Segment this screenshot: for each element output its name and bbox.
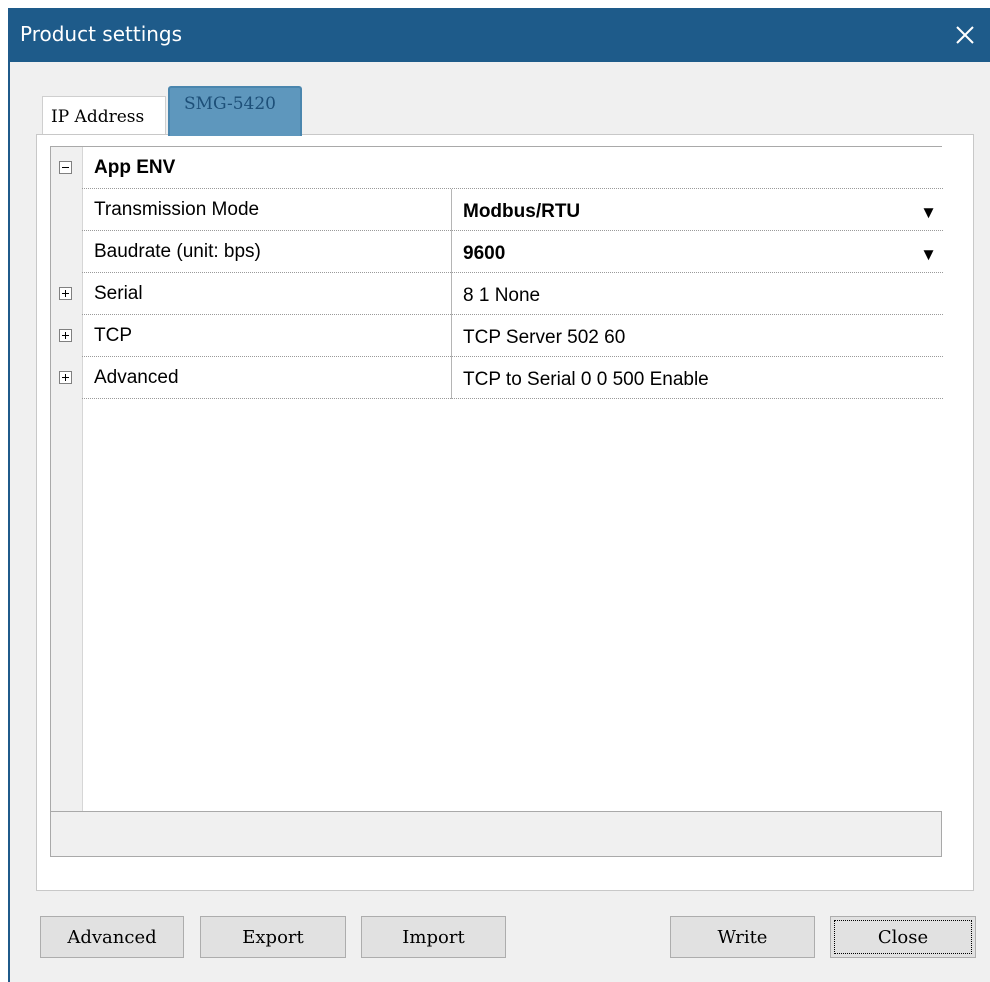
- title-bar[interactable]: Product settings: [10, 8, 990, 62]
- product-settings-window: Product settings IP Address SMG-5420 App…: [8, 8, 990, 982]
- dropdown-arrow-icon[interactable]: ▼: [920, 203, 937, 223]
- property-row-serial[interactable]: Serial 8 1 None: [51, 273, 943, 315]
- window-title: Product settings: [20, 22, 183, 46]
- property-row-advanced[interactable]: Advanced TCP to Serial 0 0 500 Enable: [51, 357, 943, 399]
- property-value[interactable]: Modbus/RTU: [463, 201, 580, 223]
- plus-box-icon[interactable]: [59, 287, 72, 300]
- minus-box-icon[interactable]: [59, 161, 72, 174]
- export-button[interactable]: Export: [200, 916, 346, 958]
- property-name: Serial: [94, 283, 143, 304]
- import-button[interactable]: Import: [361, 916, 506, 958]
- property-value[interactable]: 9600: [463, 243, 505, 265]
- tab-ip-address[interactable]: IP Address: [42, 96, 166, 134]
- close-icon[interactable]: [948, 18, 982, 52]
- property-name: Advanced: [94, 367, 179, 388]
- description-pane: [50, 811, 942, 857]
- property-name: Baudrate (unit: bps): [94, 241, 261, 262]
- property-row-baudrate[interactable]: Baudrate (unit: bps) 9600 ▼: [51, 231, 943, 273]
- group-row-app-env[interactable]: App ENV: [51, 147, 943, 189]
- property-row-transmission-mode[interactable]: Transmission Mode Modbus/RTU ▼: [51, 189, 943, 231]
- property-value[interactable]: TCP to Serial 0 0 500 Enable: [463, 369, 709, 391]
- plus-box-icon[interactable]: [59, 371, 72, 384]
- dropdown-arrow-icon[interactable]: ▼: [920, 245, 937, 265]
- write-button[interactable]: Write: [670, 916, 815, 958]
- property-name: TCP: [94, 325, 132, 346]
- group-label: App ENV: [94, 157, 176, 178]
- plus-box-icon[interactable]: [59, 329, 72, 342]
- property-value[interactable]: 8 1 None: [463, 285, 540, 307]
- advanced-button[interactable]: Advanced: [40, 916, 184, 958]
- close-button[interactable]: Close: [830, 916, 976, 958]
- tab-smg-5420[interactable]: SMG-5420: [168, 86, 302, 136]
- property-value[interactable]: TCP Server 502 60: [463, 327, 625, 349]
- property-name: Transmission Mode: [94, 199, 260, 220]
- property-grid[interactable]: App ENV Transmission Mode Modbus/RTU ▼ B…: [50, 146, 943, 811]
- property-row-tcp[interactable]: TCP TCP Server 502 60: [51, 315, 943, 357]
